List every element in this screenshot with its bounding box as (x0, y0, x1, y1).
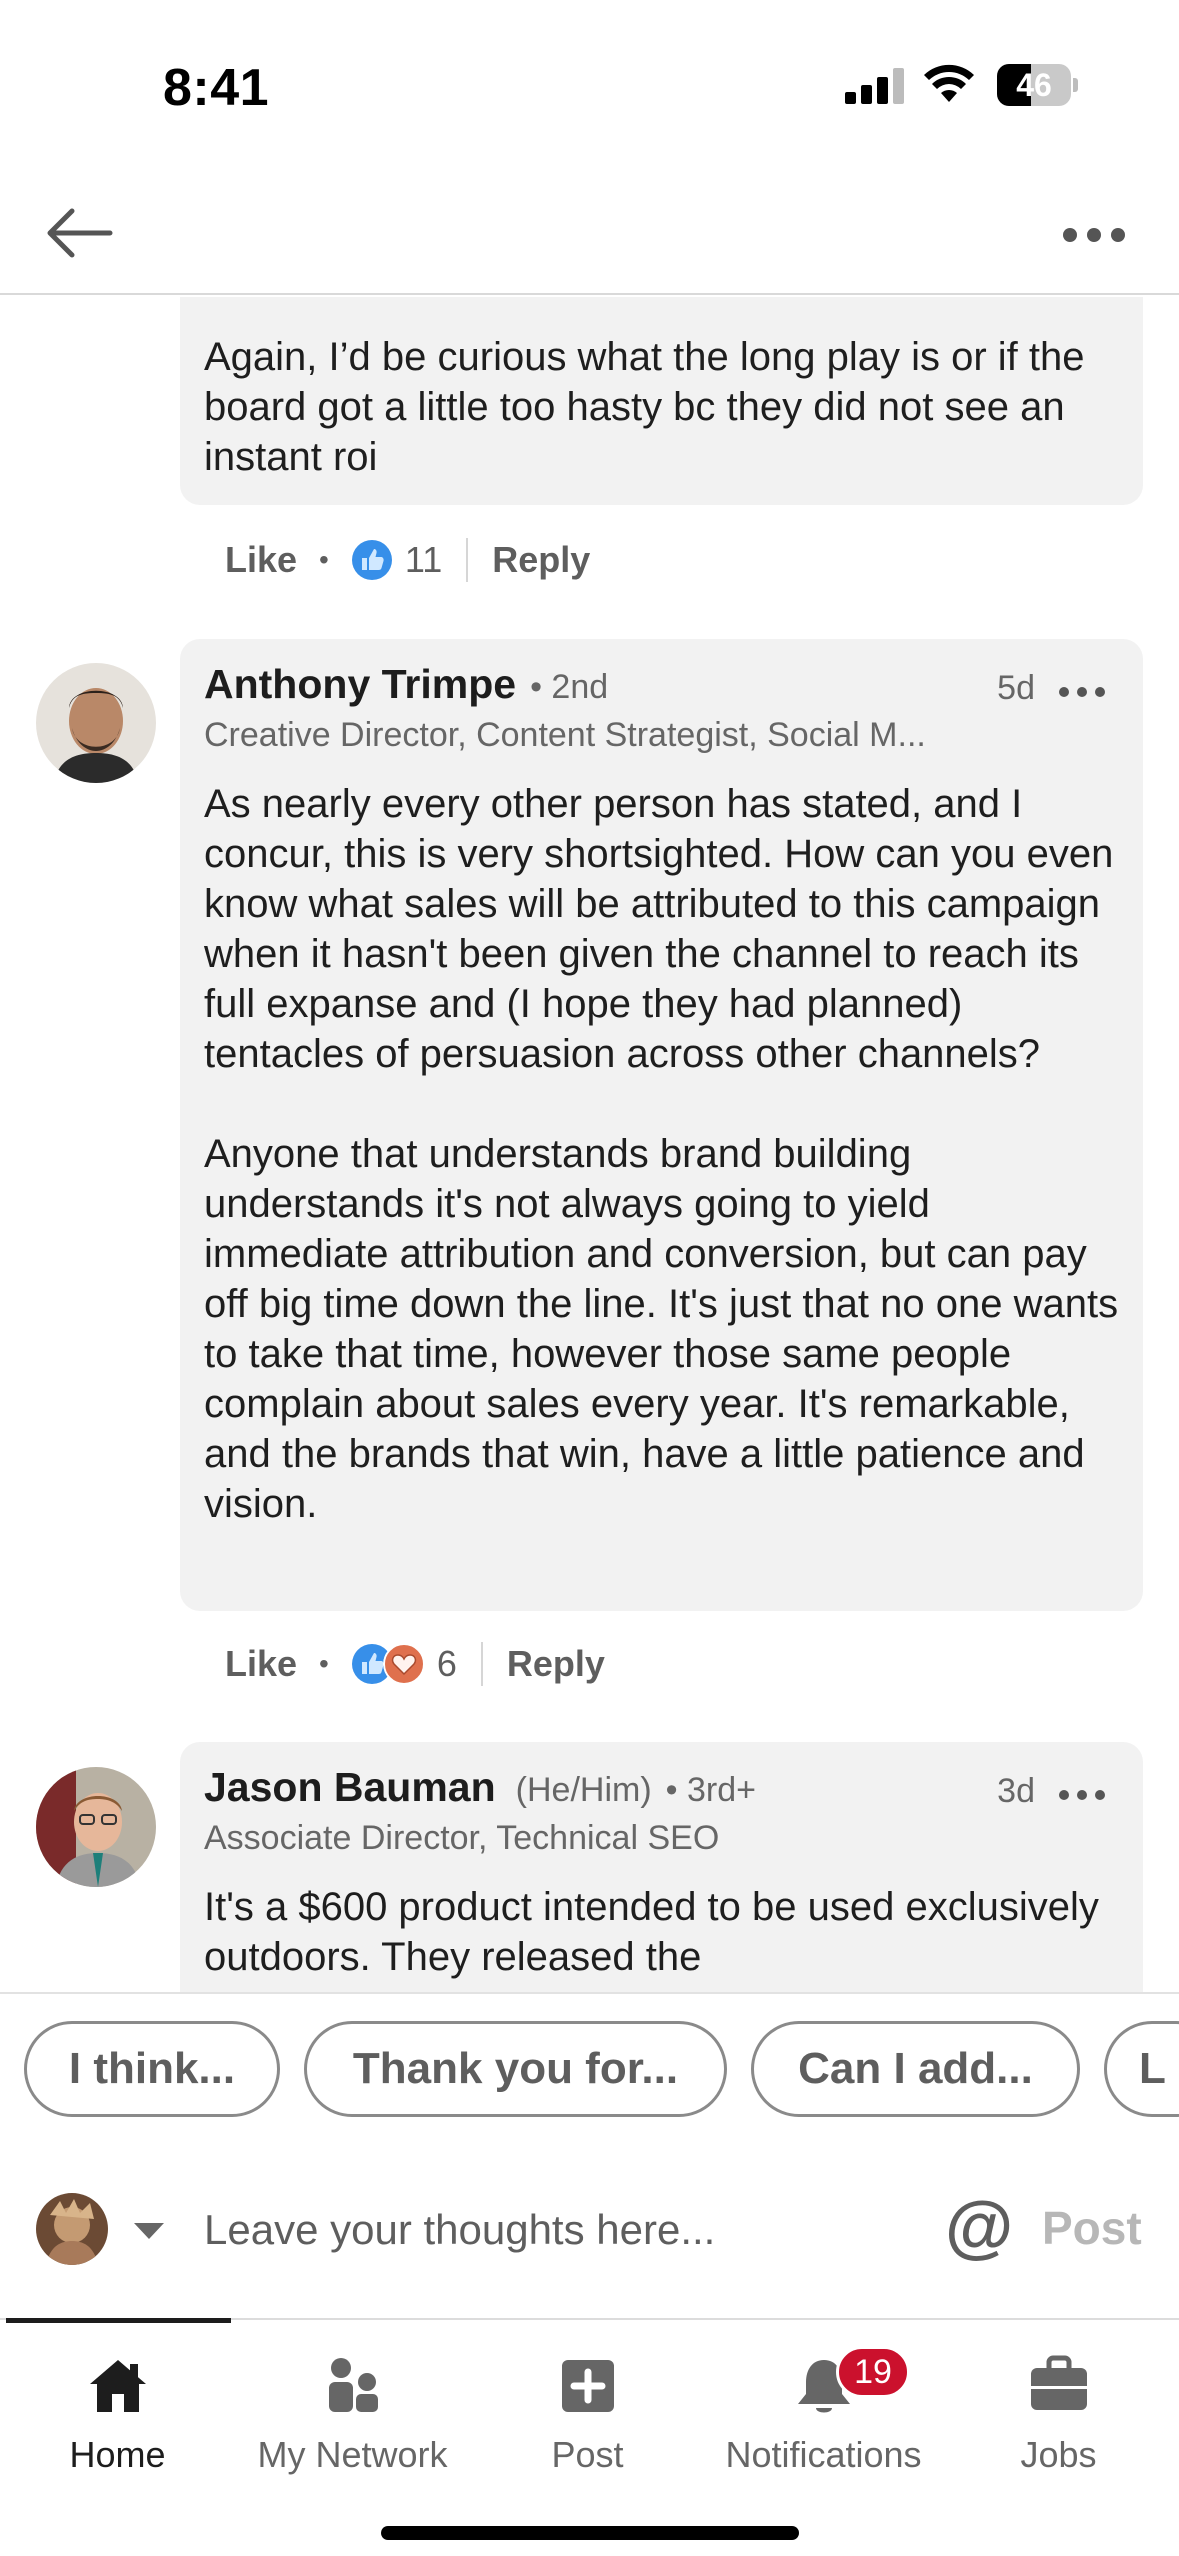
comment-bubble: Jason Bauman (He/Him) • 3rd+ Associate Dir… (180, 1742, 1143, 1992)
post-button[interactable]: Post (1042, 2201, 1142, 2255)
arrow-left-icon[interactable] (40, 198, 120, 268)
tab-label: Jobs (1020, 2434, 1097, 2475)
avatar[interactable] (36, 663, 156, 783)
comment-actions: Like • 11 Reply (225, 538, 591, 582)
status-bar: 8:41 46 (0, 0, 1179, 170)
comment-input[interactable] (204, 2195, 904, 2265)
status-time: 8:41 (163, 59, 270, 117)
comments-list: Again, I’d be curious what the long play… (0, 297, 1179, 1992)
wifi-icon (924, 64, 974, 102)
reaction-count[interactable]: 6 (437, 1643, 457, 1685)
home-indicator (381, 2526, 799, 2540)
avatar[interactable] (36, 1767, 156, 1887)
comment-actions: Like • 6 Reply (225, 1642, 605, 1686)
commenter-name[interactable]: Anthony Trimpe (204, 661, 516, 707)
like-button[interactable]: Like (225, 539, 297, 581)
bottom-tab-bar: Home My Network Post 19 Notifications Jo… (0, 2318, 1179, 2556)
like-reaction-icon[interactable] (351, 539, 393, 581)
user-avatar[interactable] (36, 2193, 108, 2265)
tab-jobs[interactable]: Jobs (941, 2330, 1176, 2480)
tab-label: Post (551, 2434, 624, 2475)
comment-more-button[interactable] (1059, 1790, 1105, 1802)
battery-level: 46 (1016, 67, 1052, 103)
comment-bubble: Anthony Trimpe • 2nd Creative Director, C… (180, 639, 1143, 1611)
tab-my-network[interactable]: My Network (235, 2330, 470, 2480)
reply-button[interactable]: Reply (507, 1643, 605, 1685)
comment-more-button[interactable] (1059, 687, 1105, 699)
comment-time: 5d (997, 669, 1035, 707)
briefcase-icon (1030, 2355, 1087, 2410)
suggestion-chip[interactable]: L (1104, 2021, 1179, 2117)
comment-text: Again, I’d be curious what the long play… (204, 335, 1085, 479)
commenter-name[interactable]: Jason Bauman (204, 1764, 496, 1810)
active-tab-indicator (6, 2318, 231, 2323)
home-icon (89, 2360, 146, 2412)
tab-post[interactable]: Post (470, 2330, 705, 2480)
mention-button[interactable]: @ (945, 2191, 1013, 2261)
tab-home[interactable]: Home (0, 2330, 235, 2480)
love-reaction-icon[interactable] (382, 1643, 425, 1685)
comment-time: 3d (997, 1772, 1035, 1810)
tab-label: Notifications (725, 2434, 922, 2475)
suggestion-chip[interactable]: I think... (24, 2021, 280, 2117)
plus-square-icon (561, 2360, 614, 2412)
battery-icon: 46 (997, 64, 1078, 106)
comment-text: As nearly every other person has stated,… (204, 782, 1119, 1526)
cellular-signal-icon (845, 68, 905, 104)
reply-button[interactable]: Reply (492, 539, 590, 581)
comment-text: It's a $600 product intended to be used … (204, 1885, 1099, 1979)
comment-bubble: Again, I’d be curious what the long play… (180, 297, 1143, 505)
connection-degree: • 2nd (530, 668, 609, 706)
comment-composer: @ Post (0, 2147, 1179, 2317)
commenter-pronouns: (He/Him) (515, 1771, 652, 1809)
chevron-down-icon[interactable] (134, 2223, 164, 2239)
tab-label: Home (69, 2434, 166, 2475)
tab-notifications[interactable]: 19 Notifications (706, 2330, 941, 2480)
reply-suggestions: I think... Thank you for... Can I add...… (0, 1992, 1179, 2147)
notification-badge: 19 (836, 2346, 910, 2398)
commenter-headline: Associate Director, Technical SEO (204, 1819, 720, 1857)
top-nav (0, 170, 1179, 295)
suggestion-chip[interactable]: Can I add... (751, 2021, 1080, 2117)
connection-degree: • 3rd+ (665, 1771, 756, 1809)
reaction-count[interactable]: 11 (405, 539, 442, 581)
suggestion-chip[interactable]: Thank you for... (304, 2021, 727, 2117)
commenter-headline: Creative Director, Content Strategist, S… (204, 716, 926, 754)
like-button[interactable]: Like (225, 1643, 297, 1685)
network-icon (328, 2358, 378, 2412)
tab-label: My Network (257, 2434, 448, 2475)
more-options-button[interactable] (1055, 210, 1135, 260)
